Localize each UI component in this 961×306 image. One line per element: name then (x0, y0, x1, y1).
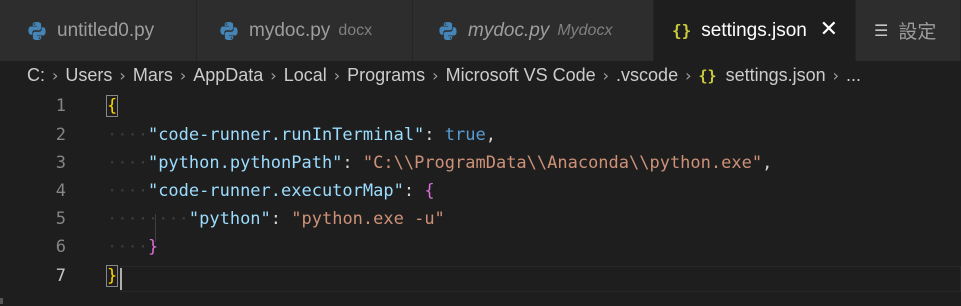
whitespace-dots: ···· (107, 181, 148, 201)
json-value: true (444, 125, 486, 145)
code-editor[interactable]: 1 { 2 ····"code-runner.runInTerminal": t… (0, 90, 961, 306)
json-icon: {} (672, 21, 692, 40)
tab-label: mydoc.py (249, 19, 331, 41)
tab-label: mydoc.py (468, 19, 550, 41)
tab-bar: untitled0.py mydoc.py docx mydoc.py Mydo… (0, 0, 961, 61)
colon: : (403, 181, 425, 201)
tab-label: settings.json (701, 19, 807, 41)
whitespace-dots: ········ (107, 209, 189, 229)
chevron-right-icon: › (333, 66, 341, 85)
line-content: } (105, 262, 119, 290)
scroll-marker (0, 298, 3, 304)
breadcrumb-item-file[interactable]: {} settings.json (699, 65, 826, 86)
brace-close: } (147, 237, 159, 257)
breadcrumb-item[interactable]: Mars (133, 65, 173, 86)
code-line: 3 ····"python.pythonPath": "C:\\ProgramD… (0, 149, 961, 177)
line-content: ········"python": "python.exe -u" (107, 205, 445, 233)
breadcrumb-item[interactable]: C: (27, 65, 45, 86)
breadcrumb-item[interactable]: .vscode (616, 65, 678, 86)
line-content: ····"code-runner.executorMap": { (107, 177, 435, 205)
breadcrumb-item[interactable]: Local (284, 65, 327, 86)
tab-description: docx (338, 21, 373, 39)
chevron-right-icon: › (119, 66, 126, 85)
chevron-right-icon: › (179, 66, 187, 85)
line-number: 1 (55, 96, 66, 116)
whitespace-dots: ···· (107, 125, 148, 145)
chevron-right-icon: › (52, 66, 59, 85)
python-icon (220, 21, 238, 40)
json-key: "code-runner.executorMap" (147, 181, 404, 201)
code-line: 6 ····} (0, 233, 961, 261)
code-line: 7 } (0, 262, 961, 290)
whitespace-dots: ···· (107, 237, 148, 257)
line-number: 6 (55, 237, 66, 257)
tab-label: 設定 (898, 22, 937, 43)
json-key: "python" (188, 209, 271, 229)
brace-close: } (105, 265, 119, 287)
json-icon: {} (698, 66, 717, 85)
close-icon[interactable]: ✕ (820, 18, 838, 40)
python-icon (28, 21, 46, 40)
text-cursor (120, 268, 122, 290)
chevron-right-icon: › (432, 66, 439, 85)
brace-open: { (424, 181, 435, 201)
tab-mydoc-mydocx[interactable]: mydoc.py Mydocx (413, 0, 654, 61)
colon: : (342, 153, 363, 173)
line-content: ····} (107, 233, 158, 261)
breadcrumb-item[interactable]: Programs (347, 65, 425, 86)
breadcrumb-file-label: settings.json (725, 65, 826, 85)
chevron-right-icon: › (270, 66, 277, 85)
colon: : (424, 125, 445, 145)
whitespace-dots: ···· (107, 153, 148, 173)
tab-description: Mydocx (557, 21, 613, 39)
settings-editor-icon: ☰ (874, 21, 889, 40)
tab-settings-json[interactable]: {} settings.json ✕ (654, 0, 856, 61)
json-key: "python.pythonPath" (147, 153, 343, 173)
tab-label: untitled0.py (57, 19, 155, 41)
line-number: 2 (55, 125, 66, 145)
json-key: "code-runner.runInTerminal" (147, 125, 425, 145)
comma: , (485, 125, 496, 145)
line-number: 7 (55, 266, 66, 286)
breadcrumb: C: › Users › Mars › AppData › Local › Pr… (0, 61, 961, 90)
breadcrumb-item[interactable]: Users (65, 65, 112, 86)
chevron-right-icon: › (602, 66, 610, 85)
code-line: 5 ········"python": "python.exe -u" (0, 205, 961, 233)
comma: , (762, 153, 773, 173)
json-value: "python.exe -u" (291, 209, 445, 229)
chevron-right-icon: › (832, 66, 840, 85)
code-line: 2 ····"code-runner.runInTerminal": true, (0, 121, 961, 149)
chevron-right-icon: › (685, 66, 692, 85)
colon: : (270, 209, 292, 229)
breadcrumb-more[interactable]: ... (846, 65, 861, 86)
code-line: 1 { (0, 92, 961, 120)
line-number: 4 (55, 181, 66, 201)
tab-mydoc-docx[interactable]: mydoc.py docx (197, 0, 413, 61)
python-icon (439, 21, 457, 40)
line-number: 3 (55, 153, 66, 173)
line-content: ····"python.pythonPath": "C:\\ProgramDat… (107, 149, 772, 177)
breadcrumb-item[interactable]: AppData (193, 65, 263, 86)
breadcrumb-item[interactable]: Microsoft VS Code (446, 65, 596, 86)
line-number: 5 (55, 209, 66, 229)
tab-settings-ui[interactable]: ☰ 設定 (856, 0, 961, 61)
tab-untitled0[interactable]: untitled0.py (0, 0, 197, 61)
json-value: "C:\\ProgramData\\Anaconda\\python.exe" (362, 153, 763, 173)
line-content: ····"code-runner.runInTerminal": true, (107, 121, 496, 149)
code-line: 4 ····"code-runner.executorMap": { (0, 177, 961, 205)
line-content: { (105, 92, 119, 120)
brace-open: { (105, 95, 119, 117)
